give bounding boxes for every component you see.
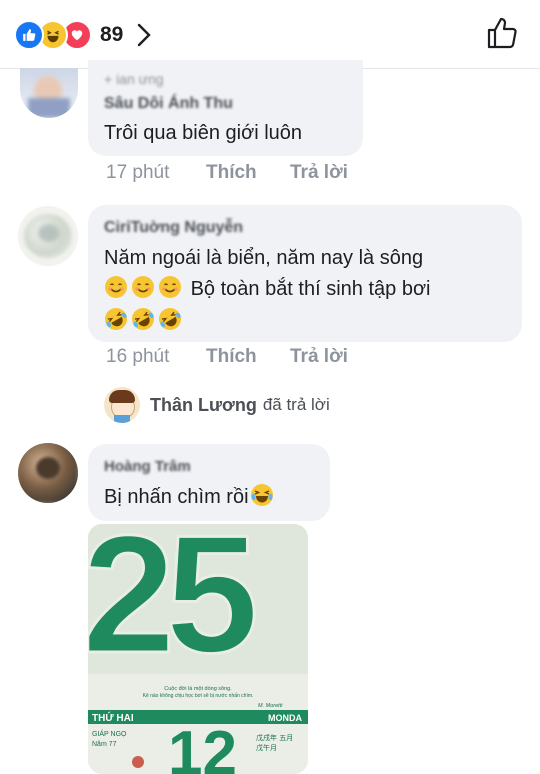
reactions-header: 89: [0, 0, 540, 69]
reply-suffix: đã trả lời: [262, 395, 330, 414]
comment-author[interactable]: CiriTuờng Nguyễn: [104, 219, 243, 237]
calendar-small-number: 12: [168, 719, 237, 774]
view-replies[interactable]: Thân Lương đã trả lời: [104, 387, 330, 423]
reaction-count: 89: [100, 23, 124, 46]
reply-link[interactable]: Trả lời: [290, 162, 348, 184]
comment-bubble: Hoàng Trâm Bị nhấn chìm rồi: [88, 444, 330, 521]
chevron-right-icon[interactable]: [136, 22, 152, 48]
comment-emojis: [104, 306, 185, 336]
comment-bubble: + ian ưng Sâu Dôi Ánh Thu Trôi qua biên …: [88, 60, 363, 156]
author-tag: + ian ưng: [104, 71, 164, 87]
calendar-quote-1: Cuộc đời là một dòng sông.: [164, 686, 232, 692]
calendar-lunar-left-1: GIÁP NGỌ: [92, 729, 127, 738]
comment-time: 17 phút: [106, 162, 170, 183]
comment-text-line-2-text: Bộ toàn bắt thí sinh tập bơi: [190, 278, 431, 300]
reply-author: Thân Lương: [150, 394, 257, 415]
calendar-quote-author: M. Moretti: [258, 703, 283, 709]
like-link[interactable]: Thích: [206, 346, 257, 368]
rolling-laughing-icon: [132, 308, 154, 330]
calendar-lunar-left-2: Năm 77: [92, 741, 117, 748]
comment-photo[interactable]: 25 Cuộc đời là một dòng sông. Kẻ nào khô…: [88, 524, 308, 774]
calendar-weekday-en: MONDA: [268, 713, 302, 723]
reply-link[interactable]: Trả lời: [290, 346, 348, 368]
calendar-quote-2: Kẻ nào không chịu học bơi sẽ bị nước nhấ…: [143, 693, 254, 699]
smiling-face-icon: [132, 276, 154, 298]
smiling-face-icon: [159, 276, 181, 298]
calendar-lunar-right-2: 戊午月: [256, 743, 277, 752]
comment-time: 16 phút: [106, 346, 170, 367]
rolling-laughing-icon: [105, 308, 127, 330]
rolling-laughing-icon: [159, 308, 181, 330]
calendar-page-image: 25 Cuộc đời là một dòng sông. Kẻ nào khô…: [88, 524, 308, 774]
comment-text: Bị nhấn chìm rồi: [104, 482, 277, 512]
comment-text-line-2: Bộ toàn bắt thí sinh tập bơi: [104, 274, 431, 304]
calendar-weekday: THỨ HAI: [92, 711, 134, 724]
avatar: [104, 387, 140, 423]
tears-of-joy-icon: [250, 484, 273, 506]
calendar-lunar-right-1: 戊戌年 五月: [256, 733, 293, 742]
comment-text: Trôi qua biên giới luôn: [104, 122, 303, 144]
comment-text-content: Bị nhấn chìm rồi: [104, 486, 249, 508]
comment-author[interactable]: Hoàng Trâm: [104, 458, 191, 475]
comment-author[interactable]: Sâu Dôi Ánh Thu: [104, 95, 233, 113]
calendar-number: 25: [88, 524, 254, 688]
smiling-face-icon: [105, 276, 127, 298]
reaction-summary[interactable]: 89: [14, 20, 123, 50]
avatar[interactable]: [20, 68, 78, 118]
avatar[interactable]: [18, 443, 78, 503]
comment-bubble: CiriTuờng Nguyễn Năm ngoái là biển, năm …: [88, 205, 522, 342]
comment-text-line-1: Năm ngoái là biển, năm nay là sông: [104, 247, 424, 269]
like-reaction-icon: [14, 20, 44, 50]
calendar-zodiac-icon: [132, 756, 144, 768]
avatar[interactable]: [18, 206, 78, 266]
like-button-icon[interactable]: [486, 16, 518, 50]
like-link[interactable]: Thích: [206, 162, 257, 184]
